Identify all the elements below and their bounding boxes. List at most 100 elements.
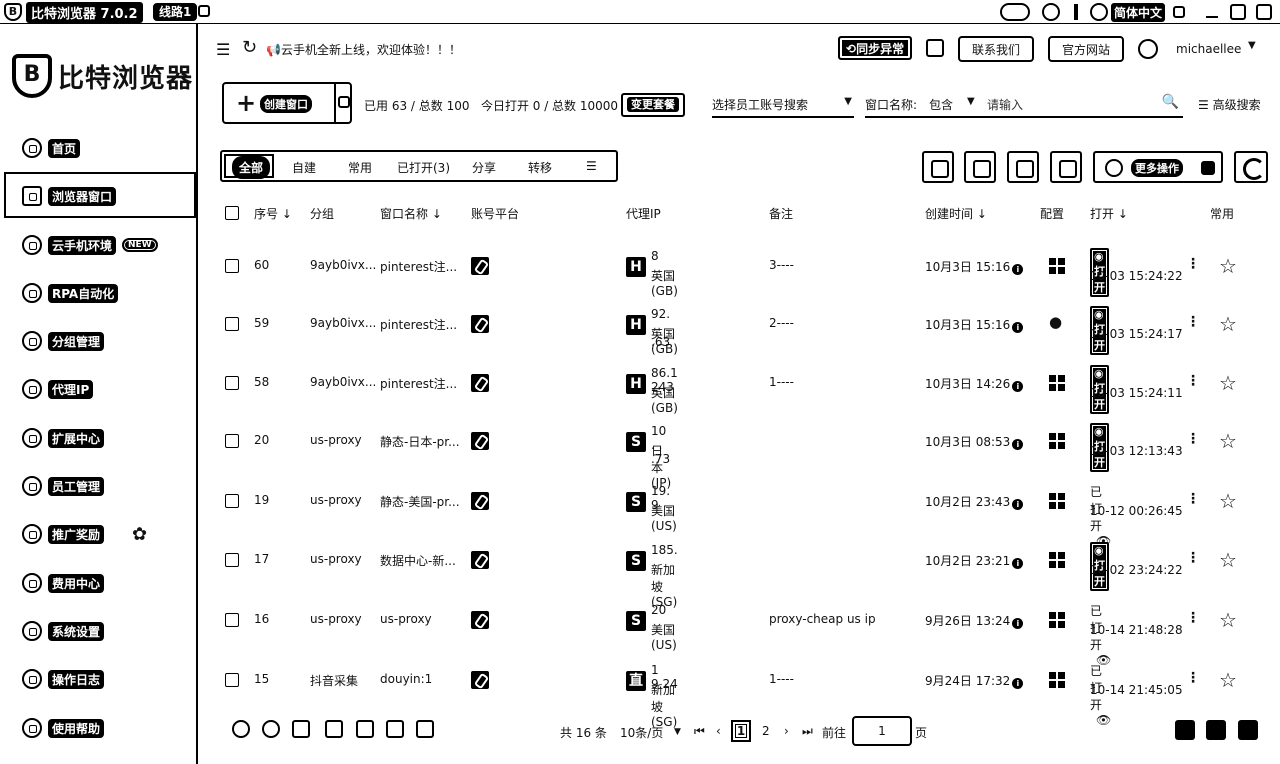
sort-icon[interactable]: ☰ <box>586 159 597 173</box>
favorite-star-icon[interactable]: ☆ <box>1219 429 1237 453</box>
tab-shared[interactable]: 分享 <box>472 159 496 176</box>
prev-page-icon[interactable]: ‹ <box>716 724 721 738</box>
sidebar-item[interactable]: 云手机环境 NEW <box>22 234 158 256</box>
sidebar-item[interactable]: 员工管理 <box>22 475 105 497</box>
platform-link-icon[interactable] <box>471 257 489 275</box>
sidebar-item[interactable]: 费用中心 <box>22 572 105 594</box>
row-window-name[interactable]: 数据中心-新... <box>380 552 456 569</box>
language-globe-icon[interactable] <box>1090 3 1108 21</box>
platform-link-icon[interactable] <box>471 374 489 392</box>
row-window-name[interactable]: 静态-日本-pr... <box>380 433 460 450</box>
export-icon[interactable] <box>325 720 343 738</box>
row-checkbox[interactable] <box>225 553 239 567</box>
row-checkbox[interactable] <box>225 494 239 508</box>
page-size-select[interactable]: 10条/页 <box>620 724 663 741</box>
first-page-icon[interactable]: ⏮ <box>694 724 705 739</box>
collapse-menu-icon[interactable]: ☰ <box>216 40 230 59</box>
scroll-top-icon[interactable] <box>1238 720 1258 740</box>
sidebar-item[interactable]: 推广奖励 ✿ <box>22 523 147 545</box>
last-page-icon[interactable]: ⏭ <box>802 724 813 739</box>
sidebar-item[interactable]: 首页 <box>22 137 81 159</box>
info-icon[interactable]: i <box>1012 439 1024 450</box>
info-icon[interactable]: i <box>1012 678 1024 689</box>
header-window-name[interactable]: 窗口名称 ↓ <box>380 205 442 222</box>
favorite-star-icon[interactable]: ☆ <box>1219 548 1237 572</box>
favorite-star-icon[interactable]: ☆ <box>1219 489 1237 513</box>
more-options-icon[interactable]: ⋮ <box>1186 373 1200 389</box>
language-selector[interactable]: 简体中文 <box>1111 2 1166 22</box>
platform-link-icon[interactable] <box>471 315 489 333</box>
row-checkbox[interactable] <box>225 613 239 627</box>
row-checkbox[interactable] <box>225 317 239 331</box>
chevron-down-icon[interactable]: ▼ <box>967 96 975 107</box>
favorite-star-icon[interactable]: ☆ <box>1219 668 1237 692</box>
sidebar-item[interactable]: 系统设置 <box>22 620 105 642</box>
list-view-icon[interactable] <box>1007 151 1039 183</box>
contact-us-button[interactable]: 联系我们 <box>958 36 1035 62</box>
scroll-bottom-icon[interactable] <box>1175 720 1195 740</box>
recycle-icon[interactable] <box>386 720 404 738</box>
tab-all[interactable]: 全部 <box>234 158 269 177</box>
sidebar-item[interactable]: 分组管理 <box>22 330 105 352</box>
more-options-icon[interactable]: ⋮ <box>1186 610 1200 626</box>
row-checkbox[interactable] <box>225 259 239 273</box>
row-window-name[interactable]: pinterest注... <box>380 316 457 333</box>
header-created[interactable]: 创建时间 ↓ <box>925 205 987 222</box>
platform-link-icon[interactable] <box>471 432 489 450</box>
more-options-icon[interactable]: ⋮ <box>1186 670 1200 686</box>
clear-cache-icon[interactable] <box>292 720 310 738</box>
sync-error-button[interactable]: ⟲同步异常 <box>838 36 913 60</box>
info-icon[interactable]: i <box>1012 499 1024 510</box>
share-icon[interactable] <box>964 151 996 183</box>
tab-self-built[interactable]: 自建 <box>292 159 316 176</box>
sidebar-item[interactable]: RPA自动化 <box>22 282 119 304</box>
window-batch-icon[interactable] <box>922 151 954 183</box>
trash-icon[interactable] <box>416 720 434 738</box>
info-icon[interactable]: i <box>1012 558 1024 569</box>
row-checkbox[interactable] <box>225 434 239 448</box>
close-circle-icon[interactable] <box>262 720 280 738</box>
create-dropdown-icon[interactable] <box>338 96 350 108</box>
delete-icon[interactable] <box>1050 151 1082 183</box>
info-icon[interactable]: i <box>1012 322 1024 333</box>
row-window-name[interactable]: us-proxy <box>380 612 432 626</box>
row-checkbox[interactable] <box>225 376 239 390</box>
advanced-search-link[interactable]: ☰ 高级搜索 <box>1198 96 1261 113</box>
tab-transfer[interactable]: 转移 <box>528 159 552 176</box>
chevron-down-icon[interactable]: ▼ <box>674 727 681 737</box>
more-options-icon[interactable]: ⋮ <box>1186 256 1200 272</box>
search-input[interactable]: 请输入 <box>987 96 1023 113</box>
info-icon[interactable]: i <box>1012 618 1024 629</box>
tab-frequent[interactable]: 常用 <box>348 159 372 176</box>
platform-link-icon[interactable] <box>471 671 489 689</box>
row-window-name[interactable]: pinterest注... <box>380 258 457 275</box>
sidebar-item[interactable]: 浏览器窗口 <box>22 185 117 207</box>
sidebar-item[interactable]: 使用帮助 <box>22 717 105 739</box>
sidebar-item[interactable]: 扩展中心 <box>22 427 105 449</box>
user-menu-caret-icon[interactable]: ▼ <box>1248 40 1256 51</box>
favorite-star-icon[interactable]: ☆ <box>1219 312 1237 336</box>
line-selector[interactable]: 线路1 <box>153 3 198 21</box>
header-open[interactable]: 打开 ↓ <box>1090 205 1128 222</box>
info-icon[interactable]: i <box>1012 381 1024 392</box>
minimize-icon[interactable] <box>1206 16 1218 18</box>
eye-icon[interactable]: 👁 <box>1096 713 1111 727</box>
create-window-button[interactable]: + 创建窗口 <box>222 82 352 124</box>
page-1-button[interactable]: 1 <box>731 720 751 742</box>
search-icon[interactable]: 🔍 <box>1162 94 1179 110</box>
fullscreen-icon[interactable] <box>1206 720 1226 740</box>
goto-page-input[interactable]: 1 <box>852 716 912 746</box>
more-options-icon[interactable]: ⋮ <box>1186 550 1200 566</box>
refresh-icon[interactable]: ↻ <box>242 37 257 58</box>
sidebar-item[interactable]: 操作日志 <box>22 668 105 690</box>
more-options-icon[interactable]: ⋮ <box>1186 491 1200 507</box>
calendar-icon[interactable] <box>926 39 944 57</box>
settings-icon[interactable] <box>232 720 250 738</box>
username[interactable]: michaellee <box>1176 42 1241 56</box>
select-all-checkbox[interactable] <box>225 206 239 220</box>
favorite-star-icon[interactable]: ☆ <box>1219 608 1237 632</box>
next-page-icon[interactable]: › <box>784 724 789 738</box>
toggle-icon[interactable] <box>1000 3 1030 21</box>
favorite-star-icon[interactable]: ☆ <box>1219 254 1237 278</box>
match-mode-select[interactable]: 包含 <box>929 96 953 113</box>
